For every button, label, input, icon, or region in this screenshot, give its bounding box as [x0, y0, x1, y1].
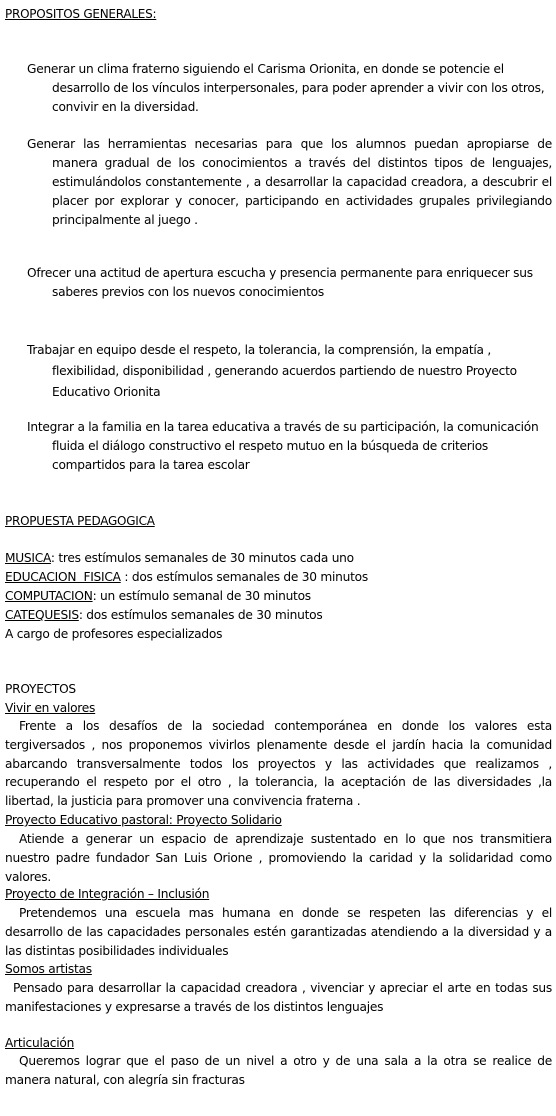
purpose-text: Generar las herramientas necesarias para…: [27, 137, 552, 227]
subject-detail: : dos estímulos semanales de 30 minutos: [120, 570, 368, 584]
project-title: Proyecto Educativo pastoral: Proyecto So…: [5, 813, 282, 827]
subject-name: MUSICA: [5, 551, 51, 565]
purpose-text: Integrar a la familia en la tarea educat…: [27, 420, 539, 472]
project-description: Atiende a generar un espacio de aprendiz…: [5, 830, 552, 886]
project-text: Pretendemos una escuela mas humana en do…: [5, 906, 552, 958]
project-text: Pensado para desarrollar la capacidad cr…: [5, 981, 552, 1014]
purpose-item: Integrar a la familia en la tarea educat…: [27, 418, 552, 475]
propuesta-note: A cargo de profesores especializados: [5, 627, 223, 641]
project-description: Pretendemos una escuela mas humana en do…: [5, 904, 552, 960]
project-text: Queremos lograr que el paso de un nivel …: [5, 1054, 552, 1087]
purpose-text: Trabajar en equipo desde el respeto, la …: [27, 343, 517, 399]
subject-row: COMPUTACION: un estímulo semanal de 30 m…: [5, 587, 311, 606]
subject-row: MUSICA: tres estímulos semanales de 30 m…: [5, 549, 354, 568]
project-title: Articulación: [5, 1036, 75, 1050]
section-title-proyectos: PROYECTOS: [5, 682, 76, 696]
subject-row: EDUCACION FISICA : dos estímulos semanal…: [5, 568, 368, 587]
section-title-propuesta: PROPUESTA PEDAGOGICA: [5, 514, 155, 528]
purpose-item: Generar las herramientas necesarias para…: [27, 135, 552, 230]
project-description: Queremos lograr que el paso de un nivel …: [5, 1052, 552, 1090]
purpose-item: Trabajar en equipo desde el respeto, la …: [27, 340, 552, 403]
project-title: Proyecto de Integración – Inclusión: [5, 887, 210, 901]
subject-detail: : dos estímulos semanales de 30 minutos: [78, 608, 323, 622]
project-text: Frente a los desafíos de la sociedad con…: [5, 719, 552, 809]
project-description: Frente a los desafíos de la sociedad con…: [5, 717, 552, 811]
subject-detail: : tres estímulos semanales de 30 minutos…: [50, 551, 354, 565]
purpose-item: Generar un clima fraterno siguiendo el C…: [27, 60, 552, 117]
project-text: Atiende a generar un espacio de aprendiz…: [5, 832, 552, 884]
purpose-text: Ofrecer una actitud de apertura escucha …: [27, 266, 533, 299]
subject-row: CATEQUESIS: dos estímulos semanales de 3…: [5, 606, 323, 625]
purpose-text: Generar un clima fraterno siguiendo el C…: [27, 62, 545, 114]
subject-name: COMPUTACION: [5, 589, 93, 603]
section-title-propositos: PROPOSITOS GENERALES:: [5, 7, 157, 21]
subject-name: CATEQUESIS: [5, 608, 79, 622]
project-title: Vivir en valores: [5, 701, 96, 715]
project-title: Somos artistas: [5, 962, 92, 976]
subject-detail: : un estímulo semanal de 30 minutos: [92, 589, 312, 603]
purpose-item: Ofrecer una actitud de apertura escucha …: [27, 264, 552, 302]
subject-name: EDUCACION FISICA: [5, 570, 121, 584]
project-description: Pensado para desarrollar la capacidad cr…: [5, 979, 552, 1017]
